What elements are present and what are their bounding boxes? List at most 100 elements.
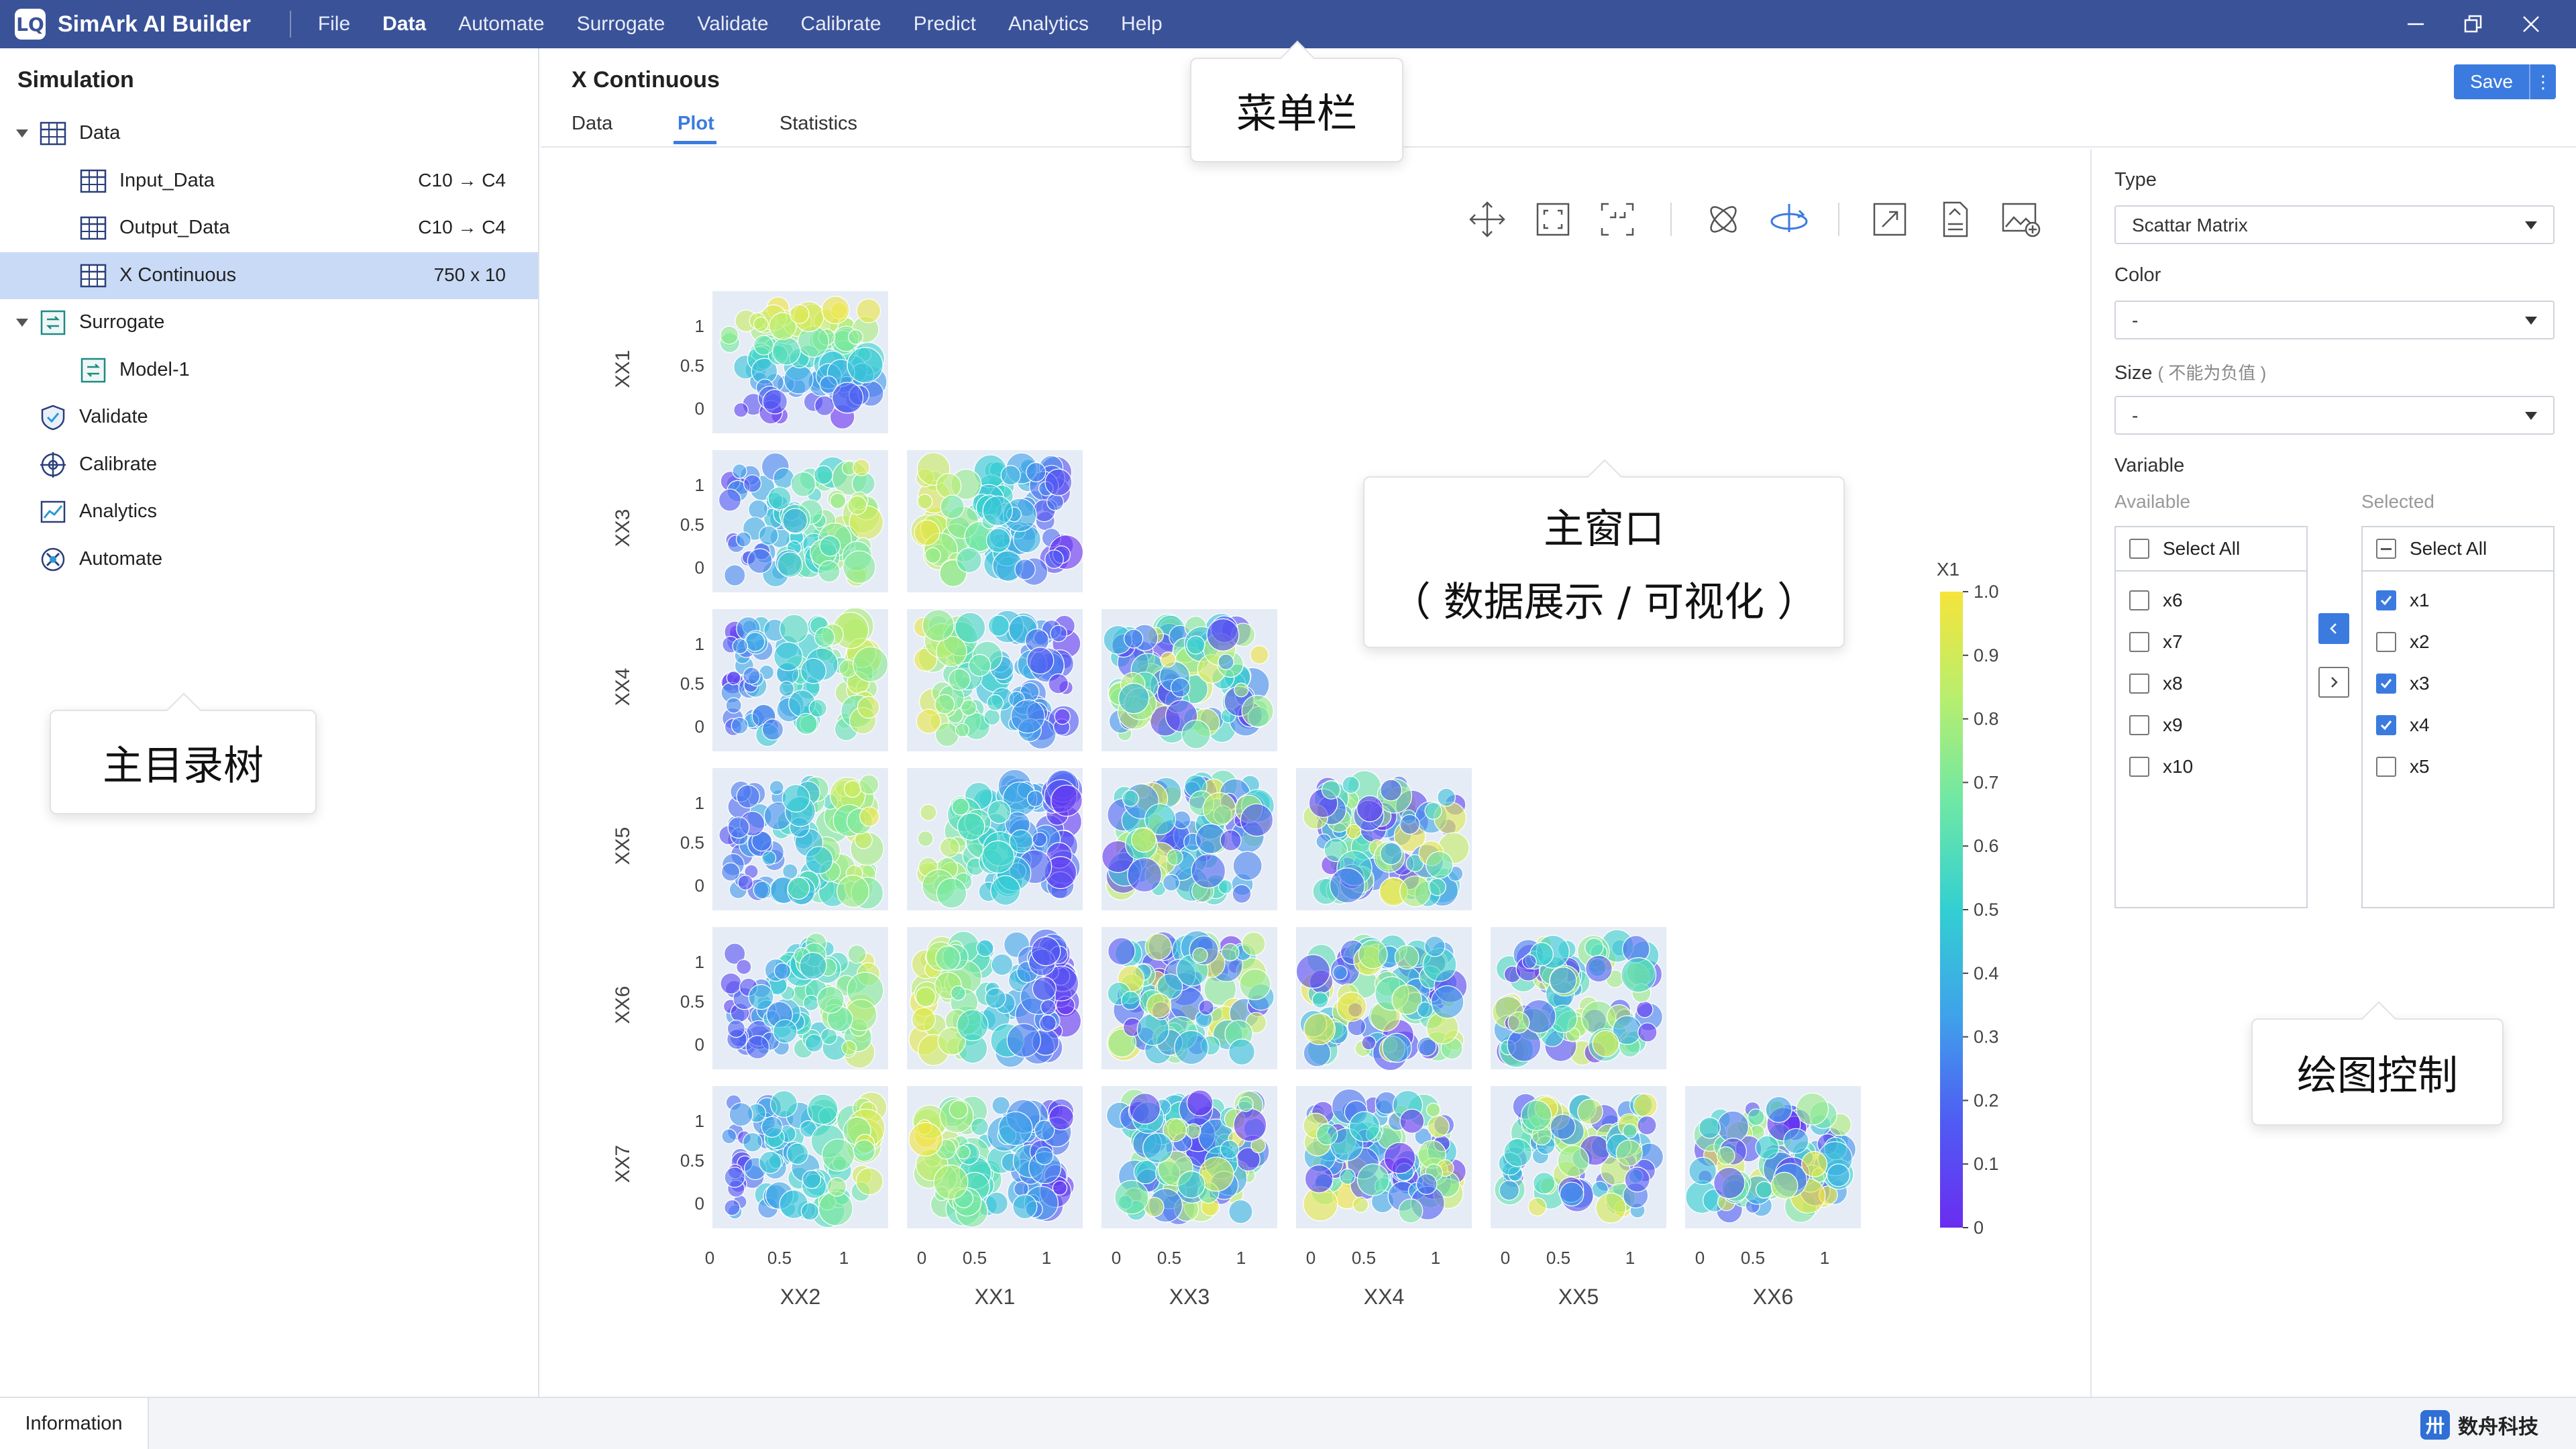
menu-item-data[interactable]: Data (382, 13, 426, 36)
zoom-in-icon[interactable] (1528, 195, 1578, 244)
scatter-point (843, 780, 861, 798)
scatter-point (1221, 943, 1240, 962)
expand-arrow-icon[interactable] (16, 319, 28, 327)
scatter-point (1006, 1023, 1041, 1058)
checkbox-icon[interactable] (2129, 674, 2149, 694)
scatter-point (1415, 1173, 1438, 1195)
pan-icon[interactable] (1462, 195, 1512, 244)
scatter-point (1160, 651, 1176, 667)
column-axis-label: XX6 (1753, 1285, 1793, 1309)
y-tick-label: 0.5 (680, 833, 704, 853)
tree-item-validate[interactable]: Validate (0, 394, 538, 441)
restore-button[interactable] (2445, 0, 2502, 48)
scatter-point (1346, 823, 1362, 839)
checkbox-checked-icon[interactable] (2376, 674, 2396, 694)
size-hint: ( 不能为负值 ) (2157, 363, 2267, 383)
scatter-point (1133, 1160, 1159, 1185)
scatter-point (853, 1139, 875, 1162)
move-left-button[interactable] (2318, 613, 2349, 644)
tree-item-calibrate[interactable]: Calibrate (0, 441, 538, 488)
scatter-point (1770, 1171, 1799, 1199)
expand-arrow-icon[interactable] (16, 129, 28, 138)
autoscale-icon[interactable] (1699, 195, 1748, 244)
size-select[interactable]: - (2114, 396, 2555, 435)
reset-icon[interactable] (1865, 195, 1915, 244)
scatter-points (1106, 1089, 1270, 1226)
scatter-point (753, 316, 769, 332)
scatter-point (1192, 947, 1208, 963)
tree-item-data[interactable]: Data (0, 110, 538, 157)
scatter-point (1755, 1181, 1773, 1199)
variable-item-x3[interactable]: x3 (2363, 663, 2553, 704)
menu-item-predict[interactable]: Predict (914, 13, 976, 36)
menu-item-analytics[interactable]: Analytics (1008, 13, 1089, 36)
checkbox-partial-icon[interactable] (2376, 539, 2396, 559)
scatter-point (1174, 1030, 1209, 1065)
scatter-point (1356, 1163, 1390, 1196)
move-right-button[interactable] (2318, 667, 2349, 698)
y-tick-label: 0 (695, 875, 704, 896)
scatter-point (782, 508, 808, 534)
available-select-all[interactable]: Select All (2116, 527, 2306, 572)
x-tick-label: 0 (1306, 1248, 1316, 1268)
zoom-out-icon[interactable] (1593, 195, 1642, 244)
variable-item-x2[interactable]: x2 (2363, 621, 2553, 663)
tree-item-input-data[interactable]: Input_Data C10 → C4 (0, 158, 538, 205)
checkbox-icon[interactable] (2129, 715, 2149, 735)
save-more-button[interactable]: ⋮ (2529, 64, 2556, 99)
scatter-point (949, 1099, 969, 1120)
tree-item-automate[interactable]: Automate (0, 536, 538, 583)
save-button[interactable]: Save (2454, 64, 2529, 99)
y-tick-label: 0.5 (680, 356, 704, 376)
tree-item-label: Validate (79, 406, 148, 427)
menu-item-automate[interactable]: Automate (458, 13, 544, 36)
variable-item-x1[interactable]: x1 (2363, 580, 2553, 621)
tree-item-surrogate[interactable]: Surrogate (0, 299, 538, 346)
menu-item-validate[interactable]: Validate (697, 13, 768, 36)
scatter-point (720, 972, 742, 995)
scatter-matrix-chart[interactable]: XX1 1 0.5 0 XX3 1 0.5 0 XX4 1 0.5 0 XX5 1 0.5 0 XX6 1 0.5 0… (604, 282, 2012, 1328)
information-tab[interactable]: Information (0, 1398, 149, 1449)
variable-item-x5[interactable]: x5 (2363, 746, 2553, 788)
variable-item-x4[interactable]: x4 (2363, 704, 2553, 746)
checkbox-icon[interactable] (2376, 757, 2396, 777)
orbit-rotate-icon[interactable] (1764, 195, 1814, 244)
tree-item-output-data[interactable]: Output_Data C10 → C4 (0, 205, 538, 252)
variable-item-x8[interactable]: x8 (2116, 663, 2306, 704)
tab-plot[interactable]: Plot (678, 113, 714, 135)
menu-item-calibrate[interactable]: Calibrate (801, 13, 881, 36)
menu-item-surrogate[interactable]: Surrogate (577, 13, 665, 36)
variable-item-x7[interactable]: x7 (2116, 621, 2306, 663)
menu-item-help[interactable]: Help (1121, 13, 1163, 36)
variable-item-x10[interactable]: x10 (2116, 746, 2306, 788)
scatter-point (1361, 1035, 1377, 1051)
tree-item-model-1[interactable]: Model-1 (0, 347, 538, 394)
tree-item-analytics[interactable]: Analytics (0, 488, 538, 535)
scatter-point (753, 335, 774, 356)
variable-item-x6[interactable]: x6 (2116, 580, 2306, 621)
tree-item-x-continuous[interactable]: X Continuous 750 x 10 (0, 252, 538, 299)
scatter-point (1202, 792, 1236, 826)
checkbox-icon[interactable] (2129, 539, 2149, 559)
minimize-button[interactable] (2387, 0, 2445, 48)
tab-statistics[interactable]: Statistics (780, 113, 857, 135)
checkbox-icon[interactable] (2129, 757, 2149, 777)
checkbox-checked-icon[interactable] (2376, 715, 2396, 735)
checkbox-icon[interactable] (2376, 632, 2396, 652)
scatter-point (1039, 1014, 1057, 1032)
checkbox-icon[interactable] (2129, 632, 2149, 652)
checkbox-icon[interactable] (2129, 590, 2149, 610)
scatter-point (1014, 558, 1036, 580)
color-select[interactable]: - (2114, 301, 2555, 339)
checkbox-checked-icon[interactable] (2376, 590, 2396, 610)
scatter-point (1122, 790, 1140, 807)
tab-data[interactable]: Data (572, 113, 612, 135)
menu-item-file[interactable]: File (318, 13, 350, 36)
snapshot-icon[interactable] (1996, 195, 2046, 244)
scatter-point (816, 985, 845, 1014)
selected-select-all[interactable]: Select All (2363, 527, 2553, 572)
close-button[interactable] (2502, 0, 2560, 48)
type-select[interactable]: Scattar Matrix (2114, 205, 2555, 244)
export-icon[interactable] (1929, 195, 1979, 244)
variable-item-x9[interactable]: x9 (2116, 704, 2306, 746)
